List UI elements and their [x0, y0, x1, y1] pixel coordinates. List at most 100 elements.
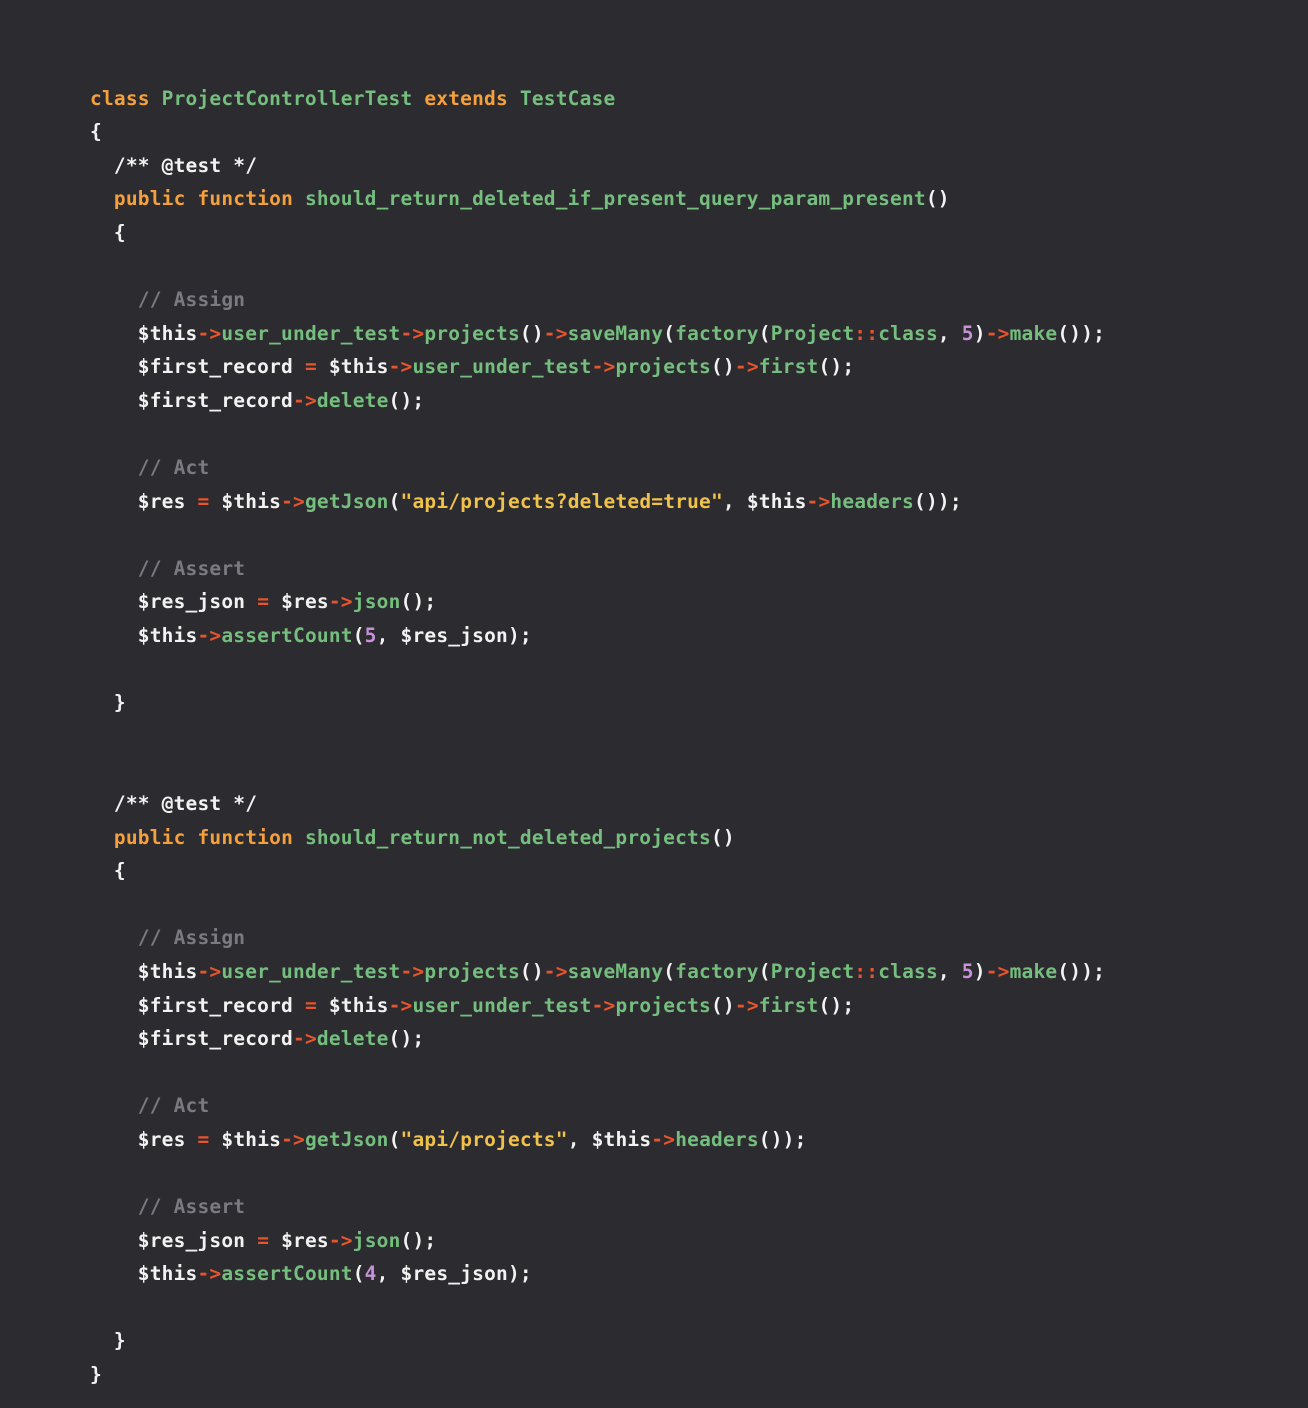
method-projects-1: projects — [424, 321, 520, 345]
brace-open-class: { — [90, 120, 102, 144]
arrow-2a2: -> — [400, 959, 425, 983]
arrow-2act1: -> — [281, 1127, 305, 1151]
var-this-1b: $this — [328, 355, 389, 379]
arrow-1b3: -> — [734, 355, 759, 379]
line-test1-docblock: /** @test */ — [90, 154, 257, 177]
stmt-end-2act: ()); — [758, 1127, 807, 1151]
docblock-test-2: /** @test */ — [113, 791, 258, 815]
function-factory-2: factory — [675, 959, 759, 983]
comment-assign-1: // Assign — [137, 288, 246, 312]
paren-open-2act: ( — [388, 1127, 401, 1151]
docblock-test-1: /** @test */ — [113, 153, 258, 177]
line-blank — [90, 893, 102, 916]
method-assertcount-2: assertCount — [221, 1262, 353, 1286]
assign-operator-1act: = — [197, 489, 210, 513]
string-url-2: "api/projects" — [400, 1127, 568, 1151]
line-class-brace-open: { — [90, 120, 102, 143]
line-blank — [90, 422, 102, 445]
keyword-function-1: function — [197, 187, 294, 211]
call-parens-1a: () — [519, 321, 544, 345]
method-name-1: should_return_deleted_if_present_query_p… — [304, 187, 926, 211]
stmt-end-1as2: ); — [507, 624, 532, 647]
line-test1-signature: public function should_return_deleted_if… — [90, 187, 950, 210]
string-url-1: "api/projects?deleted=true" — [400, 489, 723, 513]
number-expected-1: 5 — [364, 624, 377, 647]
method-headers-2: headers — [675, 1127, 759, 1151]
stmt-end-2b: (); — [818, 993, 855, 1017]
line-blank — [90, 658, 102, 681]
var-this-2as2: $this — [137, 1262, 198, 1286]
comma-1act: , — [722, 489, 747, 513]
arrow-2as2: -> — [197, 1262, 222, 1286]
line-test2-assign-comment: // Assign — [90, 926, 245, 949]
method-parens-2: () — [710, 825, 735, 849]
arrow-1act2: -> — [806, 489, 831, 513]
line-test1-assign-1: $this->user_under_test->projects()->save… — [90, 322, 1105, 345]
method-delete-2: delete — [316, 1027, 389, 1051]
method-savemany-1: saveMany — [567, 321, 664, 345]
method-json-2: json — [352, 1228, 401, 1252]
line-test1-act: $res = $this->getJson("api/projects?dele… — [90, 490, 962, 513]
method-getjson-2: getJson — [304, 1127, 389, 1151]
line-test2-signature: public function should_return_not_delete… — [90, 826, 735, 849]
line-test2-brace-open: { — [90, 859, 126, 882]
call-parens-2a: () — [519, 959, 544, 983]
line-test2-assert-2: $this->assertCount(4, $res_json); — [90, 1262, 532, 1285]
prop-user-under-test-1: user_under_test — [221, 321, 401, 345]
arrow-2a4: -> — [985, 959, 1010, 983]
method-getjson-1: getJson — [304, 489, 389, 513]
comment-act-1: // Act — [137, 456, 210, 480]
scope-operator-2: :: — [854, 959, 879, 983]
model-project-1: Project — [770, 321, 855, 345]
var-res-1as: $res — [281, 590, 329, 614]
method-projects-2: projects — [424, 959, 520, 983]
method-json-1: json — [352, 590, 401, 614]
parent-class-name: TestCase — [519, 86, 616, 110]
method-savemany-2: saveMany — [567, 959, 664, 983]
paren-open-1a: ( — [663, 321, 676, 345]
line-test2-docblock: /** @test */ — [90, 792, 257, 815]
line-blank — [90, 254, 102, 277]
method-headers-1: headers — [830, 489, 914, 513]
line-test1-assign-3: $first_record->delete(); — [90, 389, 424, 412]
paren-open-2as2: ( — [352, 1262, 365, 1286]
var-first-record-1c: $first_record — [137, 388, 293, 412]
line-blank — [90, 725, 102, 748]
number-count-1: 5 — [961, 321, 974, 345]
call-parens-1b: () — [710, 355, 735, 379]
var-first-record-1: $first_record — [137, 355, 293, 379]
stmt-end-2as: (); — [400, 1228, 437, 1252]
scope-operator-1: :: — [854, 321, 879, 345]
line-test2-assert-comment: // Assert — [90, 1195, 245, 1218]
line-test1-assert-comment: // Assert — [90, 557, 245, 580]
arrow-1a3: -> — [543, 321, 568, 345]
line-class-brace-close: } — [90, 1363, 102, 1386]
line-test1-brace-close: } — [90, 691, 126, 714]
line-test1-brace-open: { — [90, 221, 126, 244]
line-blank — [90, 1061, 102, 1084]
assign-operator-2b: = — [304, 993, 317, 1017]
var-this-1act: $this — [221, 489, 282, 513]
keyword-extends: extends — [424, 86, 508, 110]
paren-open-2a: ( — [663, 959, 676, 983]
stmt-end-1a: ); — [1081, 321, 1106, 345]
call-parens-2a2: () — [1057, 959, 1082, 983]
paren-open-2a2: ( — [758, 959, 771, 983]
line-test2-assign-3: $first_record->delete(); — [90, 1027, 424, 1050]
model-project-2: Project — [770, 959, 855, 983]
var-this-2a: $this — [137, 959, 198, 983]
method-make-2: make — [1009, 959, 1058, 983]
stmt-end-1c: (); — [388, 388, 425, 412]
prop-user-under-test-1b: user_under_test — [412, 355, 592, 379]
function-factory-1: factory — [675, 321, 759, 345]
arrow-2b2: -> — [591, 993, 616, 1017]
line-blank — [90, 1296, 102, 1319]
const-class-2: class — [878, 959, 938, 983]
php-source-code[interactable]: class ProjectControllerTest extends Test… — [90, 82, 1105, 1392]
paren-close-1a2: ) — [973, 321, 986, 345]
arrow-1as2: -> — [197, 624, 222, 647]
brace-open-method-2: { — [113, 859, 126, 883]
method-assertcount-1: assertCount — [221, 624, 353, 647]
method-first-2: first — [758, 993, 819, 1017]
var-this-2act: $this — [221, 1127, 282, 1151]
